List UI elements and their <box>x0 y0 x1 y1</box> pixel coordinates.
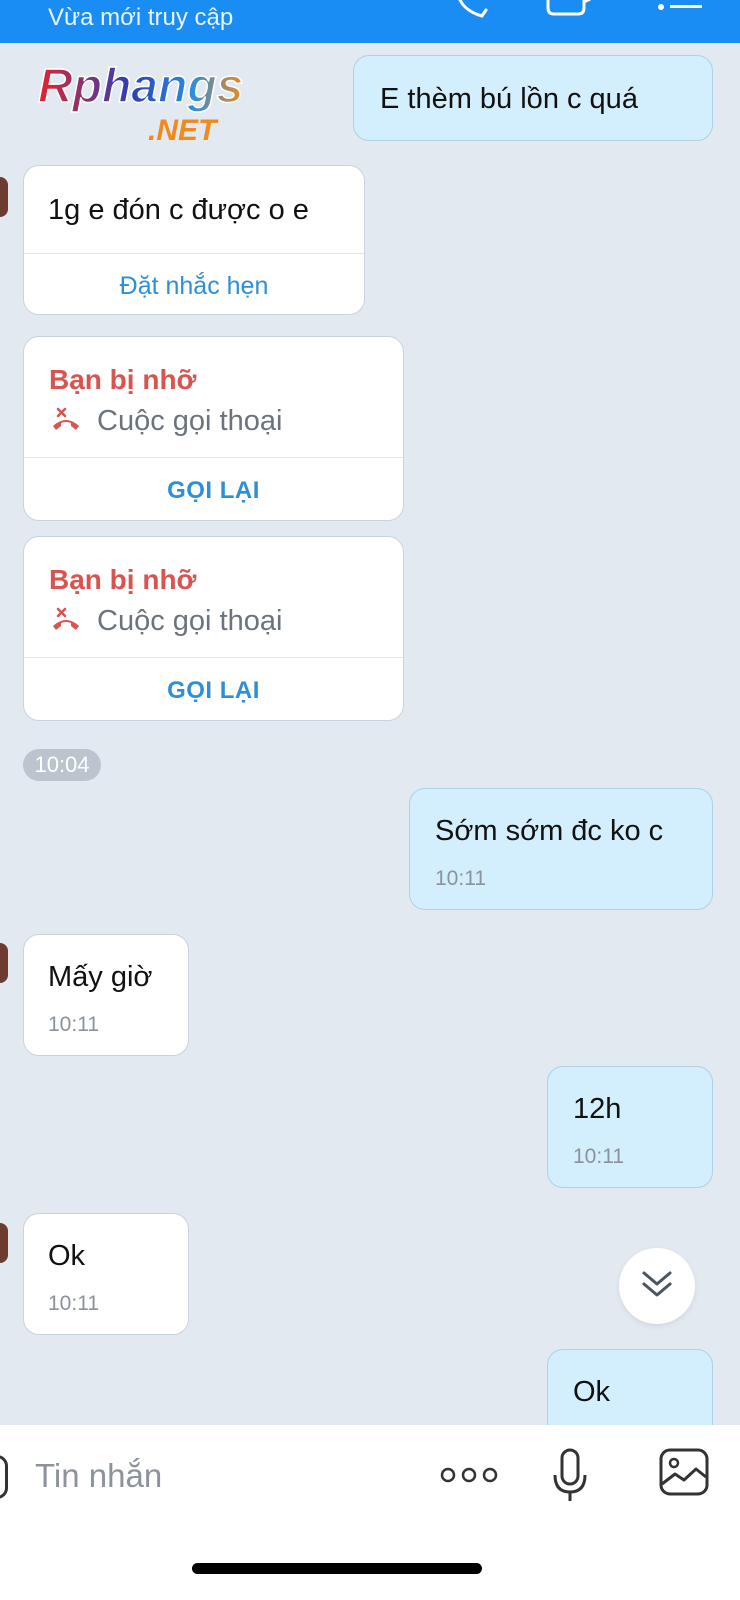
scroll-to-bottom-button[interactable] <box>619 1248 695 1324</box>
message-bubble-incoming[interactable]: 1g e đón c được o e Đặt nhắc hẹn <box>23 165 365 315</box>
divider <box>24 253 364 254</box>
message-text: 12h <box>573 1093 622 1125</box>
message-text: Sớm sớm đc ko c <box>435 815 664 847</box>
avatar[interactable] <box>0 177 8 217</box>
message-bubble-outgoing[interactable]: Sớm sớm đc ko c 10:11 <box>409 788 713 910</box>
message-bubble-outgoing[interactable]: E thèm bú lồn c quá <box>353 55 713 141</box>
chat-header: Vừa mới truy cập <box>0 0 740 43</box>
message-text: 1g e đón c được o e <box>48 194 309 226</box>
message-time: 10:11 <box>48 1013 99 1036</box>
home-indicator[interactable] <box>192 1563 482 1574</box>
message-bubble-incoming[interactable]: Ok 10:11 <box>23 1213 189 1335</box>
missed-call-card: Bạn bị nhỡ Cuộc gọi thoại GỌI LẠI <box>23 536 404 721</box>
menu-icon[interactable] <box>656 0 706 16</box>
message-time: 10:11 <box>48 1292 99 1315</box>
message-bubble-outgoing[interactable]: Ok <box>547 1349 713 1425</box>
missed-call-card: Bạn bị nhỡ Cuộc gọi thoại GỌI LẠI <box>23 336 404 521</box>
timestamp-pill: 10:04 <box>23 749 101 781</box>
call-info: Cuộc gọi thoại <box>49 605 282 638</box>
call-back-button[interactable]: GỌI LẠI <box>24 477 403 505</box>
call-type-label: Cuộc gọi thoại <box>97 605 283 637</box>
message-bubble-outgoing[interactable]: 12h 10:11 <box>547 1066 713 1188</box>
microphone-icon[interactable] <box>551 1447 589 1510</box>
avatar[interactable] <box>0 1223 8 1263</box>
missed-call-title: Bạn bị nhỡ <box>49 364 197 395</box>
message-text: Ok <box>48 1240 86 1272</box>
divider <box>24 657 403 658</box>
call-type-label: Cuộc gọi thoại <box>97 405 283 437</box>
call-info: Cuộc gọi thoại <box>49 405 282 438</box>
missed-call-icon <box>49 406 83 437</box>
watermark-logo: Rphangs .NET <box>36 59 266 147</box>
call-back-button[interactable]: GỌI LẠI <box>24 677 403 705</box>
missed-call-icon <box>49 606 83 637</box>
phone-icon[interactable] <box>452 0 492 20</box>
chat-area[interactable]: E thèm bú lồn c quá 1g e đón c được o e … <box>0 43 740 1425</box>
set-reminder-link[interactable]: Đặt nhắc hẹn <box>24 272 364 301</box>
message-text: E thèm bú lồn c quá <box>380 83 638 115</box>
message-text: Mấy giờ <box>48 961 153 993</box>
message-input[interactable]: Tin nhắn <box>35 1457 162 1495</box>
online-status: Vừa mới truy cập <box>48 4 234 31</box>
svg-text:.NET: .NET <box>148 114 219 144</box>
message-bubble-incoming[interactable]: Mấy giờ 10:11 <box>23 934 189 1056</box>
missed-call-title: Bạn bị nhỡ <box>49 564 197 595</box>
sticker-icon[interactable] <box>0 1455 8 1499</box>
double-chevron-down-icon <box>640 1269 674 1304</box>
message-time: 10:11 <box>435 867 486 890</box>
svg-text:Rphangs: Rphangs <box>38 60 243 113</box>
divider <box>24 457 403 458</box>
message-time: 10:11 <box>573 1145 624 1168</box>
more-options-icon[interactable] <box>440 1465 500 1490</box>
video-call-icon[interactable] <box>546 0 598 18</box>
avatar[interactable] <box>0 943 8 983</box>
message-text: Ok <box>573 1376 611 1408</box>
image-icon[interactable] <box>658 1447 710 1502</box>
